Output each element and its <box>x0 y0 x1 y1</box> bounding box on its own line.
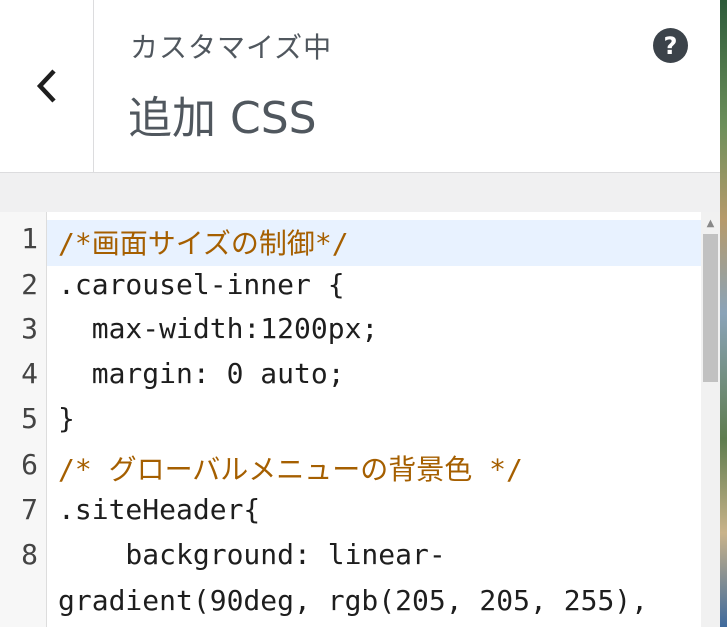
code-line: /*画面サイズの制御*/ <box>58 227 349 260</box>
line-number: 7 <box>21 493 38 526</box>
scrollbar-thumb[interactable] <box>703 234 718 382</box>
customizing-label: カスタマイズ中 <box>130 31 333 64</box>
code-line: gradient(90deg, rgb(205, 205, 255), <box>58 584 649 617</box>
line-number: 4 <box>21 357 38 390</box>
code-line: /* グローバルメニューの背景色 */ <box>58 453 523 486</box>
help-icon[interactable]: ? <box>653 28 688 63</box>
line-number: 2 <box>21 268 38 301</box>
line-number: 1 <box>21 222 38 255</box>
code-line: margin: 0 auto; <box>58 357 345 390</box>
section-header: カスタマイズ中 追加 CSS ? <box>0 0 720 173</box>
scroll-up-arrow-icon[interactable]: ▲ <box>701 218 720 229</box>
editor-scrollbar[interactable]: ▲ <box>701 212 720 627</box>
code-line: background: linear- <box>58 538 446 571</box>
chevron-left-icon <box>36 69 56 103</box>
code-line: } <box>58 402 75 435</box>
customizer-panel: カスタマイズ中 追加 CSS ? 1 2 3 4 5 6 7 8 /*画面サイズ… <box>0 0 720 627</box>
css-code-editor[interactable]: 1 2 3 4 5 6 7 8 /*画面サイズの制御*/ .carousel-i… <box>0 212 720 627</box>
line-number: 3 <box>21 312 38 345</box>
code-line: max-width:1200px; <box>58 312 379 345</box>
code-line: .siteHeader{ <box>58 493 261 526</box>
preview-edge <box>720 0 727 627</box>
section-title: 追加 CSS <box>128 93 317 144</box>
line-number: 6 <box>21 448 38 481</box>
line-number: 5 <box>21 402 38 435</box>
code-line: .carousel-inner { <box>58 268 345 301</box>
line-number: 8 <box>21 538 38 571</box>
back-button[interactable] <box>0 0 94 172</box>
